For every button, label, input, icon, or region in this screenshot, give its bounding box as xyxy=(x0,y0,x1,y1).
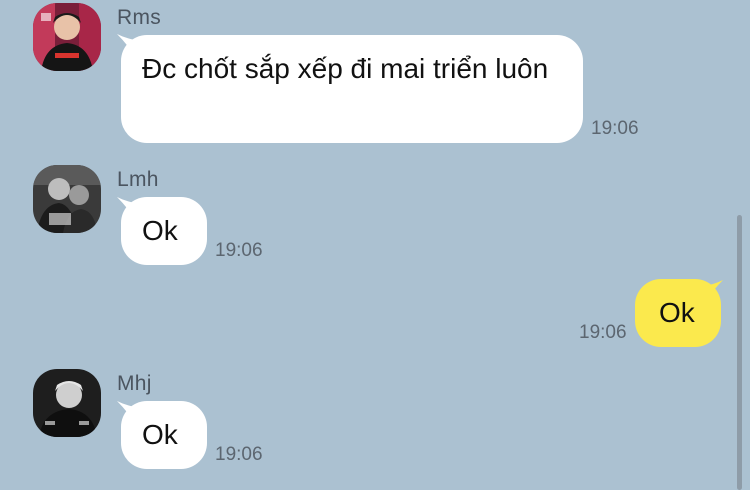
message-bubble[interactable]: Ok xyxy=(121,197,207,265)
message-time: 19:06 xyxy=(579,322,627,343)
avatar-mhj-icon xyxy=(33,369,101,437)
avatar-rms-icon xyxy=(33,3,101,71)
message-bubble[interactable]: Ok xyxy=(121,401,207,469)
sender-name: Rms xyxy=(117,6,162,29)
chat-message-list[interactable]: Rms Đc chốt sắp xếp đi mai triển luôn 19… xyxy=(0,0,750,490)
sender-name: Mhj xyxy=(117,372,152,395)
message-time: 19:06 xyxy=(215,240,263,261)
message-time: 19:06 xyxy=(591,118,639,139)
avatar-rms[interactable] xyxy=(33,3,101,71)
sender-name: Lmh xyxy=(117,168,159,191)
message-text: Đc chốt sắp xếp đi mai triển luôn xyxy=(142,53,549,84)
avatar-lmh-icon xyxy=(33,165,101,233)
avatar-mhj[interactable] xyxy=(33,369,101,437)
message-text: Ok xyxy=(142,419,178,450)
bubble-tail xyxy=(705,280,723,302)
message-time: 19:06 xyxy=(215,444,263,465)
avatar-lmh[interactable] xyxy=(33,165,101,233)
message-text: Ok xyxy=(142,215,178,246)
message-bubble[interactable]: Đc chốt sắp xếp đi mai triển luôn xyxy=(121,35,583,143)
scrollbar-thumb[interactable] xyxy=(737,215,742,490)
